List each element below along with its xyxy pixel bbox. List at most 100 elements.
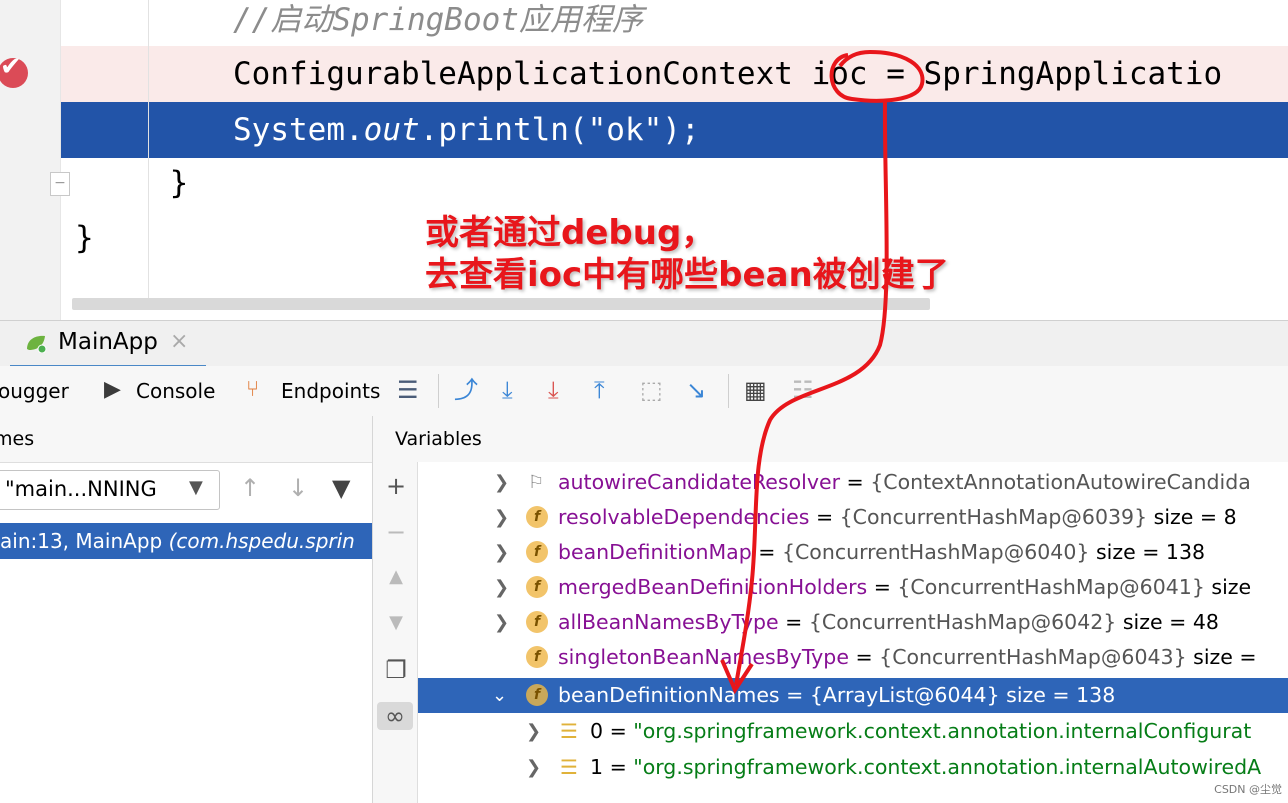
- annotation-line-2: 去查看ioc中有哪些bean被创建了: [425, 255, 949, 295]
- variables-side-toolbar: + − ▲ ▼ ❐ ∞: [373, 462, 418, 803]
- console-icon: ▶: [104, 377, 121, 402]
- var-name: beanDefinitionNames: [558, 683, 780, 707]
- tree-row[interactable]: ❯ f beanDefinitionMap = {ConcurrentHashM…: [418, 535, 1288, 570]
- var-eq: =: [778, 610, 809, 634]
- var-size: size = 8: [1147, 505, 1237, 529]
- var-eq: =: [603, 719, 634, 743]
- chevron-right-icon[interactable]: ❯: [494, 535, 509, 570]
- var-value: "org.springframework.context.annotation.…: [633, 719, 1252, 743]
- var-eq: =: [867, 575, 898, 599]
- variables-header: Variables: [373, 416, 1288, 463]
- step-over-icon[interactable]: ⤓: [502, 376, 513, 404]
- code-line-comment[interactable]: //启动SpringBoot应用程序: [61, 0, 1288, 48]
- tree-row[interactable]: f singletonBeanNamesByType = {Concurrent…: [418, 640, 1288, 675]
- show-execution-point-icon[interactable]: ⤴: [454, 376, 478, 404]
- var-eq: =: [603, 755, 634, 779]
- add-watch-icon[interactable]: +: [383, 472, 409, 500]
- field-icon: f: [526, 646, 548, 668]
- run-tab-bar: MainApp ×: [0, 320, 1288, 368]
- previous-frame-icon[interactable]: ↑: [240, 474, 260, 502]
- var-eq: =: [840, 470, 871, 494]
- var-name: singletonBeanNamesByType: [558, 645, 849, 669]
- variables-tree: ❯ ⚐ autowireCandidateResolver = {Context…: [418, 462, 1288, 803]
- tree-row[interactable]: ❯ f allBeanNamesByType = {ConcurrentHash…: [418, 605, 1288, 640]
- frames-panel: mes "main...NNING ▼ ↑ ↓ ▼ ain:13, MainAp…: [0, 416, 373, 803]
- var-value: {ConcurrentHashMap@6041}: [897, 575, 1205, 599]
- evaluate-expression-icon[interactable]: ▦: [744, 376, 767, 404]
- editor-gutter[interactable]: [0, 0, 60, 320]
- tab-label: MainApp: [58, 329, 158, 355]
- var-size: size = 48: [1116, 610, 1219, 634]
- step-into-icon[interactable]: ⤓: [548, 376, 559, 404]
- close-icon[interactable]: ×: [170, 329, 188, 354]
- code-line-current[interactable]: System.out.println("ok");: [61, 102, 1288, 158]
- watches-icon[interactable]: ∞: [377, 702, 413, 730]
- frame-row-package: (com.hspedu.sprin: [168, 529, 355, 553]
- chevron-right-icon[interactable]: ❯: [494, 465, 509, 500]
- comment-text: //启动SpringBoot应用程序: [233, 2, 643, 38]
- frame-row-selected[interactable]: ain:13, MainApp (com.hspedu.sprin: [0, 523, 372, 559]
- var-value: {ConcurrentHashMap@6043}: [879, 645, 1187, 669]
- tree-row[interactable]: ❯ f mergedBeanDefinitionHolders = {Concu…: [418, 570, 1288, 605]
- run-to-cursor-icon[interactable]: ↘: [686, 376, 706, 404]
- var-size: size = 138: [999, 683, 1116, 707]
- var-size: size = 138: [1089, 540, 1206, 564]
- flag-icon: ⚐: [528, 472, 545, 493]
- var-index: 1: [590, 755, 604, 779]
- var-value: {ArrayList@6044}: [809, 683, 1000, 707]
- move-down-icon[interactable]: ▼: [383, 612, 409, 633]
- var-value: {ConcurrentHashMap@6042}: [808, 610, 1117, 634]
- toolbar-separator: [438, 374, 439, 408]
- move-up-icon[interactable]: ▲: [383, 566, 409, 587]
- tab-mainapp[interactable]: MainApp ×: [10, 321, 206, 368]
- var-index: 0: [590, 719, 604, 743]
- step-out-icon[interactable]: ⤒: [594, 376, 605, 404]
- indent-guide: [148, 0, 149, 300]
- tree-row[interactable]: ❯ ☰ 1 = "org.springframework.context.ann…: [418, 750, 1288, 785]
- chevron-right-icon[interactable]: ❯: [494, 500, 509, 535]
- println-out: out: [363, 112, 420, 148]
- code-line-context[interactable]: ConfigurableApplicationContext ioc = Spr…: [61, 46, 1288, 102]
- println-prefix: System.: [233, 112, 364, 148]
- tab-endpoints[interactable]: Endpoints: [281, 379, 380, 403]
- var-size: size =: [1186, 645, 1257, 669]
- thread-select-value: "main...NNING: [5, 477, 157, 501]
- chevron-right-icon[interactable]: ❯: [526, 714, 541, 749]
- frame-row-location: ain:13, MainApp: [0, 529, 169, 553]
- tree-row[interactable]: ❯ f resolvableDependencies = {Concurrent…: [418, 500, 1288, 535]
- var-name: mergedBeanDefinitionHolders: [558, 575, 868, 599]
- filter-icon[interactable]: ▼: [332, 474, 350, 502]
- var-value: {ConcurrentHashMap@6040}: [781, 540, 1090, 564]
- remove-watch-icon[interactable]: −: [383, 518, 409, 546]
- var-value: {ConcurrentHashMap@6039}: [839, 505, 1148, 529]
- menu-icon[interactable]: ☰: [397, 376, 419, 404]
- horizontal-scrollbar[interactable]: [72, 298, 930, 310]
- copy-icon[interactable]: ❐: [383, 656, 409, 684]
- tree-row-selected[interactable]: ⌄ f beanDefinitionNames = {ArrayList@604…: [418, 678, 1288, 713]
- debug-toolbar: ougger ▶ Console ⑂ Endpoints ☰ ⤴ ⤓ ⤓ ⤒ ⬚…: [0, 366, 1288, 417]
- chevron-right-icon[interactable]: ❯: [526, 750, 541, 785]
- chevron-right-icon[interactable]: ❯: [494, 605, 509, 640]
- var-eq: =: [848, 645, 880, 669]
- var-size: size: [1204, 575, 1252, 599]
- next-frame-icon[interactable]: ↓: [288, 474, 308, 502]
- chevron-right-icon[interactable]: ❯: [494, 570, 509, 605]
- spring-boot-icon: [27, 335, 47, 353]
- var-name: beanDefinitionMap: [558, 540, 752, 564]
- context-assignment-text: ConfigurableApplicationContext ioc = Spr…: [233, 56, 1223, 92]
- var-name: autowireCandidateResolver: [558, 470, 841, 494]
- chevron-down-icon[interactable]: ⌄: [492, 678, 507, 713]
- breakpoint-check-icon: ✔: [0, 52, 22, 82]
- tab-debugger[interactable]: ougger: [0, 379, 69, 403]
- println-suffix: .println("ok");: [419, 112, 700, 148]
- code-line-brace-inner[interactable]: }: [61, 155, 1288, 211]
- layout-icon[interactable]: ☷: [792, 376, 814, 404]
- tree-row[interactable]: ❯ ☰ 0 = "org.springframework.context.ann…: [418, 714, 1288, 749]
- toolbar-separator: [728, 374, 729, 408]
- field-icon: f: [526, 611, 548, 633]
- thread-select[interactable]: "main...NNING ▼: [0, 470, 220, 510]
- tree-row[interactable]: ❯ ⚐ autowireCandidateResolver = {Context…: [418, 465, 1288, 500]
- tab-console[interactable]: Console: [136, 379, 215, 403]
- drop-frame-icon[interactable]: ⬚: [640, 376, 663, 404]
- list-item-icon: ☰: [560, 755, 578, 779]
